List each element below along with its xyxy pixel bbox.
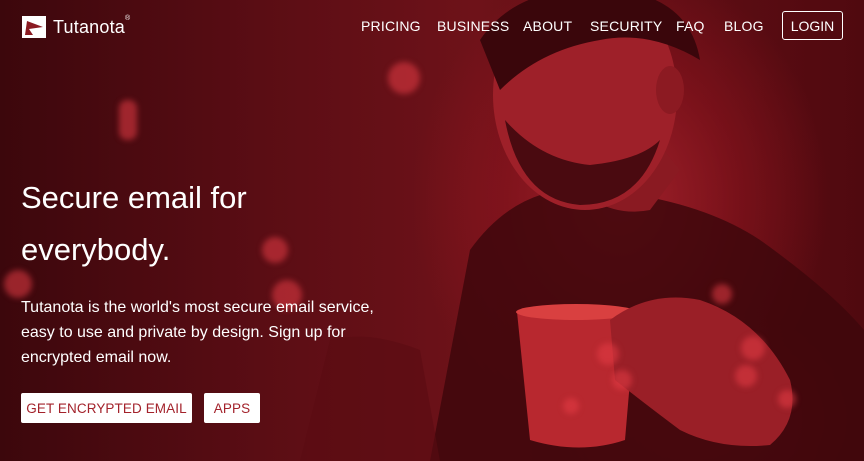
- hero-headline-line1: Secure email for: [21, 180, 247, 215]
- top-navigation: Tutanota® PRICING BUSINESS ABOUT SECURIT…: [0, 0, 864, 52]
- nav-business[interactable]: BUSINESS: [437, 18, 509, 34]
- nav-pricing[interactable]: PRICING: [361, 18, 421, 34]
- bokeh-light: [735, 365, 757, 387]
- tutanota-logo-icon: [22, 16, 46, 38]
- apps-button[interactable]: APPS: [204, 393, 260, 423]
- bokeh-light: [612, 370, 632, 390]
- nav-security[interactable]: SECURITY: [590, 18, 662, 34]
- bokeh-light: [563, 398, 579, 414]
- bokeh-light: [741, 336, 765, 360]
- nav-about[interactable]: ABOUT: [523, 18, 572, 34]
- bokeh-light: [119, 100, 137, 140]
- nav-blog[interactable]: BLOG: [724, 18, 764, 34]
- bokeh-light: [712, 284, 732, 304]
- hero-headline: Secure email for everybody.: [21, 172, 381, 276]
- bokeh-light: [597, 343, 619, 365]
- bokeh-light: [388, 62, 420, 94]
- nav-faq[interactable]: FAQ: [676, 18, 705, 34]
- hero-headline-line2: everybody.: [21, 232, 171, 267]
- brand-name: Tutanota®: [53, 14, 131, 37]
- get-encrypted-email-button[interactable]: GET ENCRYPTED EMAIL: [21, 393, 192, 423]
- brand-logo[interactable]: Tutanota®: [21, 15, 130, 39]
- login-button[interactable]: LOGIN: [782, 11, 843, 40]
- bokeh-light: [778, 390, 796, 408]
- hero-description: Tutanota is the world's most secure emai…: [21, 299, 374, 366]
